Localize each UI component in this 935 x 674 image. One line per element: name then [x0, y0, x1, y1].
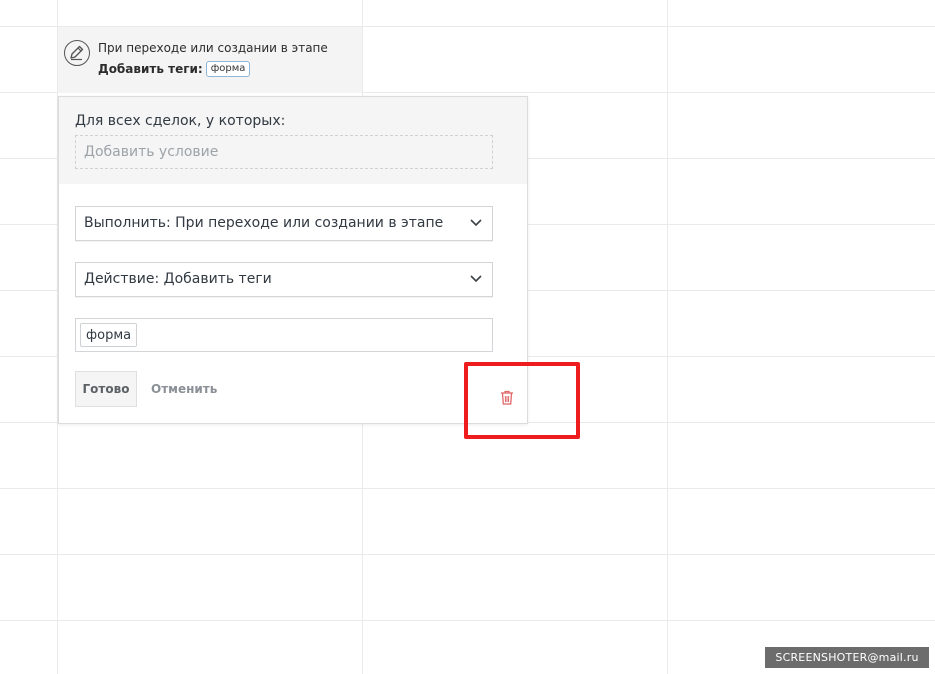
condition-section: Для всех сделок, у которых: Добавить усл… [59, 97, 527, 184]
grid-row-line [0, 488, 935, 489]
pencil-icon[interactable] [64, 40, 90, 66]
execute-select[interactable]: Выполнить: При переходе или создании в э… [75, 206, 493, 241]
watermark: SCREENSHOTER@mail.ru [765, 647, 929, 668]
chevron-down-icon [470, 275, 482, 283]
trigger-settings-popup: Для всех сделок, у которых: Добавить усл… [58, 96, 528, 424]
highlight-frame [464, 362, 580, 439]
action-select[interactable]: Действие: Добавить теги [75, 262, 493, 297]
done-button[interactable]: Готово [75, 371, 137, 407]
tag-chip[interactable]: форма [80, 323, 138, 347]
trigger-action-label: Добавить теги: [98, 62, 203, 76]
grid-column-line [667, 0, 668, 674]
tags-input[interactable]: форма [75, 318, 493, 352]
chevron-down-icon [470, 219, 482, 227]
trigger-card[interactable]: При переходе или создании в этапе Добави… [58, 27, 362, 93]
trigger-description: При переходе или создании в этапе [98, 41, 328, 55]
trigger-action: Добавить теги: форма [98, 61, 251, 77]
action-select-value: Действие: Добавить теги [84, 271, 272, 287]
trigger-tag: форма [205, 61, 251, 77]
grid-row-line [0, 554, 935, 555]
grid-row-line [0, 620, 935, 621]
add-condition-field[interactable]: Добавить условие [75, 135, 493, 169]
condition-label: Для всех сделок, у которых: [75, 113, 286, 129]
cancel-button[interactable]: Отменить [151, 371, 217, 407]
execute-select-value: Выполнить: При переходе или создании в э… [84, 215, 444, 231]
